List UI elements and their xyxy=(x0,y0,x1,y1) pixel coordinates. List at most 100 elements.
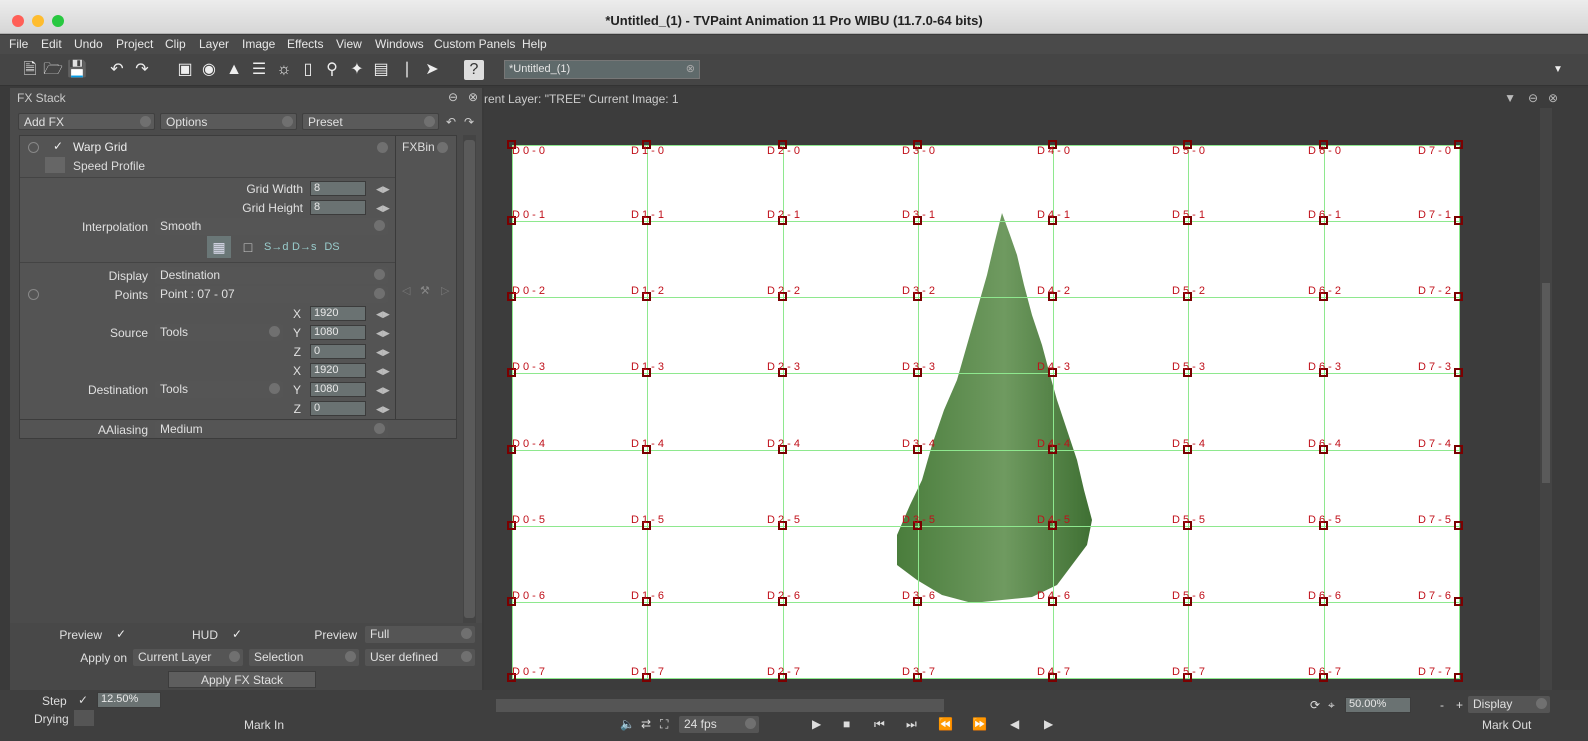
zoom-input[interactable]: 50.00% xyxy=(1345,697,1411,713)
paper-plane-icon[interactable]: ➤ xyxy=(422,60,442,80)
apply-fx-stack-button[interactable]: Apply FX Stack xyxy=(168,671,316,688)
grid-point-handle[interactable] xyxy=(1454,140,1463,149)
grid-width-input[interactable]: 8 xyxy=(310,181,366,196)
menu-windows[interactable]: Windows xyxy=(375,37,424,51)
prev-frame-icon[interactable]: ⏪ xyxy=(938,717,953,731)
redo-fx-icon[interactable]: ↷ xyxy=(464,115,474,129)
grid-point-handle[interactable] xyxy=(1454,292,1463,301)
undo-fx-icon[interactable]: ↶ xyxy=(446,115,456,129)
display-mode-dropdown[interactable]: Display xyxy=(1468,696,1550,713)
redo-icon[interactable]: ↷ xyxy=(132,60,152,80)
canvas-close-icon[interactable]: ⊗ xyxy=(1548,91,1558,105)
new-file-icon[interactable]: 🗎 xyxy=(20,60,40,80)
source-dropdown[interactable]: Tools xyxy=(155,324,283,341)
dest-z-spinner-icon[interactable]: ◀▶ xyxy=(376,404,390,415)
timeline-scrollbar[interactable] xyxy=(496,699,944,712)
open-folder-icon[interactable]: 🗁 xyxy=(43,60,63,80)
selection-dropdown[interactable]: Selection xyxy=(249,649,359,666)
canvas-image[interactable]: D 0 - 0 D 1 - 0 D 2 - 0 D 3 - 0 D 4 - 0 D 5 -… xyxy=(507,140,1463,682)
menu-custom-panels[interactable]: Custom Panels xyxy=(434,37,515,51)
speed-profile-label[interactable]: Speed Profile xyxy=(73,159,145,173)
panel-minimize-icon[interactable]: ⊖ xyxy=(448,90,458,104)
speaker-icon[interactable]: 🔈 xyxy=(620,717,635,731)
zoom-in-icon[interactable]: + xyxy=(1456,698,1463,712)
play-icon[interactable]: ▶ xyxy=(812,717,821,731)
last-frame-icon[interactable]: ⏭ xyxy=(906,717,917,732)
magic-wand-icon[interactable]: ✦ xyxy=(347,60,367,80)
dest-y-spinner-icon[interactable]: ◀▶ xyxy=(376,385,390,396)
canvas-menu-icon[interactable]: ▼ xyxy=(1504,91,1516,105)
dest-to-source-icon[interactable]: D→s xyxy=(292,236,316,258)
source-z-input[interactable]: 0 xyxy=(310,344,366,359)
rotate-view-icon[interactable]: ⟳ xyxy=(1310,698,1320,712)
chart-tool-icon[interactable]: ∣ xyxy=(397,60,417,80)
menu-undo[interactable]: Undo xyxy=(74,37,103,51)
points-dropdown[interactable]: Point : 07 - 07 xyxy=(155,286,388,303)
toolbar-menu-icon[interactable]: ▼ xyxy=(1548,60,1568,80)
grid-point-handle[interactable] xyxy=(1454,216,1463,225)
grid-point-handle[interactable] xyxy=(1454,521,1463,530)
grid-point-handle[interactable] xyxy=(1454,445,1463,454)
lightbulb-icon[interactable]: ☼ xyxy=(274,60,294,80)
fps-dropdown[interactable]: 24 fps xyxy=(679,716,759,733)
stop-icon[interactable]: ■ xyxy=(843,717,850,731)
preview-check-icon[interactable]: ✓ xyxy=(116,627,126,641)
menu-edit[interactable]: Edit xyxy=(41,37,62,51)
menu-file[interactable]: File xyxy=(9,37,28,51)
next-point-icon[interactable]: ▷ xyxy=(441,284,449,297)
mark-out-label[interactable]: Mark Out xyxy=(1482,718,1531,732)
frame-mode-icon[interactable]: □ xyxy=(236,236,260,258)
destination-dropdown[interactable]: Tools xyxy=(155,381,283,398)
add-fx-dropdown[interactable]: Add FX xyxy=(18,113,155,130)
drying-swatch[interactable] xyxy=(74,710,94,726)
dest-x-input[interactable]: 1920 xyxy=(310,363,366,378)
magnifier-icon[interactable]: ⚲ xyxy=(322,60,342,80)
grid-width-spinner-icon[interactable]: ◀▶ xyxy=(376,184,390,195)
menu-image[interactable]: Image xyxy=(242,37,275,51)
panel-close-icon[interactable]: ⊗ xyxy=(468,90,478,104)
source-y-input[interactable]: 1080 xyxy=(310,325,366,340)
apply-on-dropdown[interactable]: Current Layer xyxy=(133,649,243,666)
collapse-icon[interactable] xyxy=(28,142,39,153)
grid-height-spinner-icon[interactable]: ◀▶ xyxy=(376,203,390,214)
options-dropdown[interactable]: Options xyxy=(160,113,297,130)
source-z-spinner-icon[interactable]: ◀▶ xyxy=(376,347,390,358)
menu-project[interactable]: Project xyxy=(116,37,153,51)
interpolation-dropdown[interactable]: Smooth xyxy=(155,218,388,235)
menu-view[interactable]: View xyxy=(336,37,362,51)
help-icon[interactable]: ? xyxy=(464,60,484,80)
mark-in-label[interactable]: Mark In xyxy=(244,718,284,732)
enable-check-icon[interactable]: ✓ xyxy=(53,139,63,153)
swap-ds-icon[interactable]: DS xyxy=(320,236,344,258)
display-dropdown[interactable]: Destination xyxy=(155,267,388,284)
dest-z-input[interactable]: 0 xyxy=(310,401,366,416)
save-icon[interactable]: 💾 xyxy=(67,60,87,80)
menu-effects[interactable]: Effects xyxy=(287,37,323,51)
effect-menu-icon[interactable] xyxy=(377,142,388,153)
prev-point-icon[interactable]: ◁ xyxy=(402,284,410,297)
remote-icon[interactable]: ▯ xyxy=(298,60,318,80)
dest-y-input[interactable]: 1080 xyxy=(310,382,366,397)
fxbin-menu-icon[interactable] xyxy=(437,142,448,153)
grid-point-handle[interactable] xyxy=(1454,673,1463,682)
preset-dropdown[interactable]: Preset xyxy=(302,113,439,130)
document-tab[interactable]: *Untitled_(1) ⊗ xyxy=(504,60,700,79)
menu-clip[interactable]: Clip xyxy=(165,37,186,51)
step-forward-icon[interactable]: ▶ xyxy=(1044,717,1053,731)
step-check-icon[interactable]: ✓ xyxy=(78,693,88,707)
grid-point-handle[interactable] xyxy=(1454,368,1463,377)
grid-point-handle[interactable] xyxy=(1454,597,1463,606)
fullscreen-icon[interactable]: ⛶ xyxy=(660,717,668,732)
canvas-minimize-icon[interactable]: ⊖ xyxy=(1528,91,1538,105)
step-input[interactable]: 12.50% xyxy=(97,692,161,708)
color-wheel-icon[interactable]: ◉ xyxy=(199,60,219,80)
source-x-spinner-icon[interactable]: ◀▶ xyxy=(376,309,390,320)
source-y-spinner-icon[interactable]: ◀▶ xyxy=(376,328,390,339)
zoom-out-icon[interactable]: - xyxy=(1440,698,1444,712)
library-icon[interactable]: ▤ xyxy=(371,60,391,80)
step-back-icon[interactable]: ◀ xyxy=(1010,717,1019,731)
menu-help[interactable]: Help xyxy=(522,37,547,51)
speed-profile-swatch[interactable] xyxy=(45,157,65,173)
hud-check-icon[interactable]: ✓ xyxy=(232,627,242,641)
grid-height-input[interactable]: 8 xyxy=(310,200,366,215)
